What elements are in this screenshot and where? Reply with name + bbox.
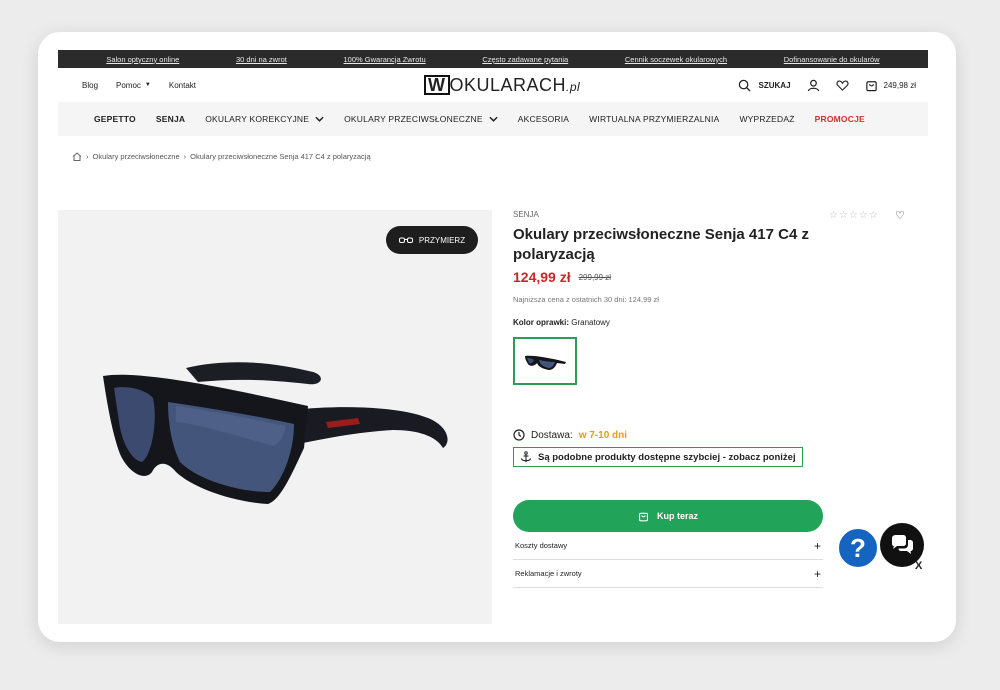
current-price: 124,99 zł [513, 269, 571, 285]
delivery-label: Dostawa: [531, 429, 573, 441]
buy-now-button[interactable]: Kup teraz [513, 500, 823, 532]
delivery-time: w 7-10 dni [578, 429, 628, 441]
contact-link[interactable]: Kontakt [169, 81, 196, 90]
plus-icon: + [813, 566, 821, 581]
similar-products-notice[interactable]: Są podobne produkty dostępne szybciej - … [513, 447, 803, 467]
chevron-down-icon [489, 116, 498, 122]
cart-icon [865, 80, 877, 91]
accordion-shipping-costs[interactable]: Koszty dostawy + [513, 532, 823, 560]
logo-tld: .pl [566, 80, 581, 94]
user-icon[interactable] [807, 79, 820, 92]
nav-item-virtual-fitting[interactable]: WIRTUALNA PRZYMIERZALNIA [589, 114, 719, 124]
site-header: Blog Pomoc ▼ Kontakt W OKULARACH.pl SZUKA… [58, 68, 928, 102]
topbar-link-salon[interactable]: Salon optyczny online [106, 55, 179, 64]
glasses-icon [398, 237, 413, 243]
logo-w: W [424, 75, 450, 95]
clock-icon [513, 429, 525, 441]
top-info-bar: Salon optyczny online 30 dni na zwrot 10… [58, 50, 928, 68]
rating-stars[interactable]: ☆☆☆☆☆ [829, 210, 879, 221]
product-gallery[interactable]: PRZYMIERZ [58, 210, 492, 624]
breadcrumb-item-category[interactable]: Okulary przeciwsłoneczne [93, 152, 180, 161]
cart-total: 249,98 zł [883, 80, 916, 90]
frame-color-value: Granatowy [571, 318, 610, 327]
topbar-link-faq[interactable]: Często zadawane pytania [482, 55, 568, 64]
nav-item-accessories[interactable]: AKCESORIA [518, 114, 569, 124]
nav-label-sunglasses: OKULARY PRZECIWSŁONECZNE [344, 114, 483, 124]
nav-item-sale[interactable]: WYPRZEDAŻ [739, 114, 794, 124]
frame-color: Kolor oprawki: Granatowy [513, 318, 913, 327]
logo-text: OKULARACH [449, 75, 567, 95]
accordion-returns[interactable]: Reklamacje i zwroty + [513, 560, 823, 588]
add-to-wishlist-heart-icon[interactable]: ♡ [895, 209, 905, 222]
buy-now-label: Kup teraz [656, 511, 698, 521]
home-icon[interactable] [72, 152, 82, 161]
color-swatch-selected[interactable] [513, 337, 577, 385]
anchor-icon [520, 451, 532, 462]
question-mark-icon: ? [850, 532, 866, 563]
nav-item-promotions[interactable]: PROMOCJE [815, 114, 865, 124]
search-label: SZUKAJ [758, 80, 791, 90]
header-left-links: Blog Pomoc ▼ Kontakt [82, 81, 196, 90]
caret-down-icon: ▼ [144, 82, 151, 88]
wishlist-heart-icon[interactable] [836, 79, 849, 92]
search-icon [738, 79, 751, 92]
old-price: 299,99 zł [578, 272, 612, 282]
breadcrumb-item-product: Okulary przeciwsłoneczne Senja 417 C4 z … [190, 152, 371, 161]
help-menu-label: Pomoc [116, 80, 141, 90]
topbar-link-guarantee[interactable]: 100% Gwarancja Zwrotu [344, 55, 426, 64]
breadcrumb: › Okulary przeciwsłoneczne › Okulary prz… [72, 152, 371, 161]
product-title: Okulary przeciwsłoneczne Senja 417 C4 z … [513, 226, 809, 263]
cart-button[interactable]: 249,98 zł [865, 79, 916, 92]
browser-frame: Salon optyczny online 30 dni na zwrot 10… [38, 32, 956, 642]
plus-icon: + [813, 538, 821, 553]
sunglasses-thumbnail [525, 355, 566, 370]
topbar-link-funding[interactable]: Dofinansowanie do okularów [784, 55, 880, 64]
price-row: 124,99 zł 299,99 zł [513, 269, 913, 285]
help-menu[interactable]: Pomoc ▼ [116, 81, 151, 90]
frame-color-label: Kolor oprawki: [513, 318, 570, 327]
try-on-button[interactable]: PRZYMIERZ [386, 226, 478, 254]
sunglasses-product-image [103, 362, 448, 504]
close-chat-icon[interactable]: X [915, 560, 922, 572]
accordion-label: Reklamacje i zwroty [515, 569, 582, 578]
help-question-button[interactable]: ? [837, 527, 879, 569]
nav-label-corrective: OKULARY KOREKCYJNE [205, 114, 310, 124]
main-nav: GEPETTO SENJA OKULARY KOREKCYJNE OKULARY… [58, 102, 928, 136]
blog-link[interactable]: Blog [82, 81, 98, 90]
try-on-label: PRZYMIERZ [418, 235, 466, 245]
chat-bubbles-icon [892, 535, 913, 554]
breadcrumb-separator: › [86, 152, 89, 161]
header-actions: SZUKAJ 249,98 zł [738, 79, 916, 92]
nav-item-sunglasses[interactable]: OKULARY PRZECIWSŁONECZNE [344, 114, 498, 124]
nav-item-corrective[interactable]: OKULARY KOREKCYJNE [205, 114, 324, 124]
shop-page: Salon optyczny online 30 dni na zwrot 10… [58, 50, 928, 642]
delivery-info: Dostawa: w 7-10 dni [513, 429, 913, 441]
nav-item-senja[interactable]: SENJA [156, 114, 185, 124]
lowest-price-note: Najniższa cena z ostatnich 30 dni: 124,9… [513, 295, 659, 304]
cart-icon [639, 512, 648, 521]
chevron-down-icon [315, 116, 324, 122]
search-button[interactable]: SZUKAJ [738, 79, 791, 92]
site-logo[interactable]: W OKULARACH.pl [424, 75, 580, 96]
topbar-link-lens-prices[interactable]: Cennik soczewek okularowych [625, 55, 727, 64]
nav-item-gepetto[interactable]: GEPETTO [94, 114, 136, 124]
accordion-label: Koszty dostawy [515, 541, 568, 550]
topbar-link-return[interactable]: 30 dni na zwrot [236, 55, 287, 64]
similar-products-text: Są podobne produkty dostępne szybciej - … [538, 451, 796, 463]
breadcrumb-separator: › [183, 152, 187, 161]
